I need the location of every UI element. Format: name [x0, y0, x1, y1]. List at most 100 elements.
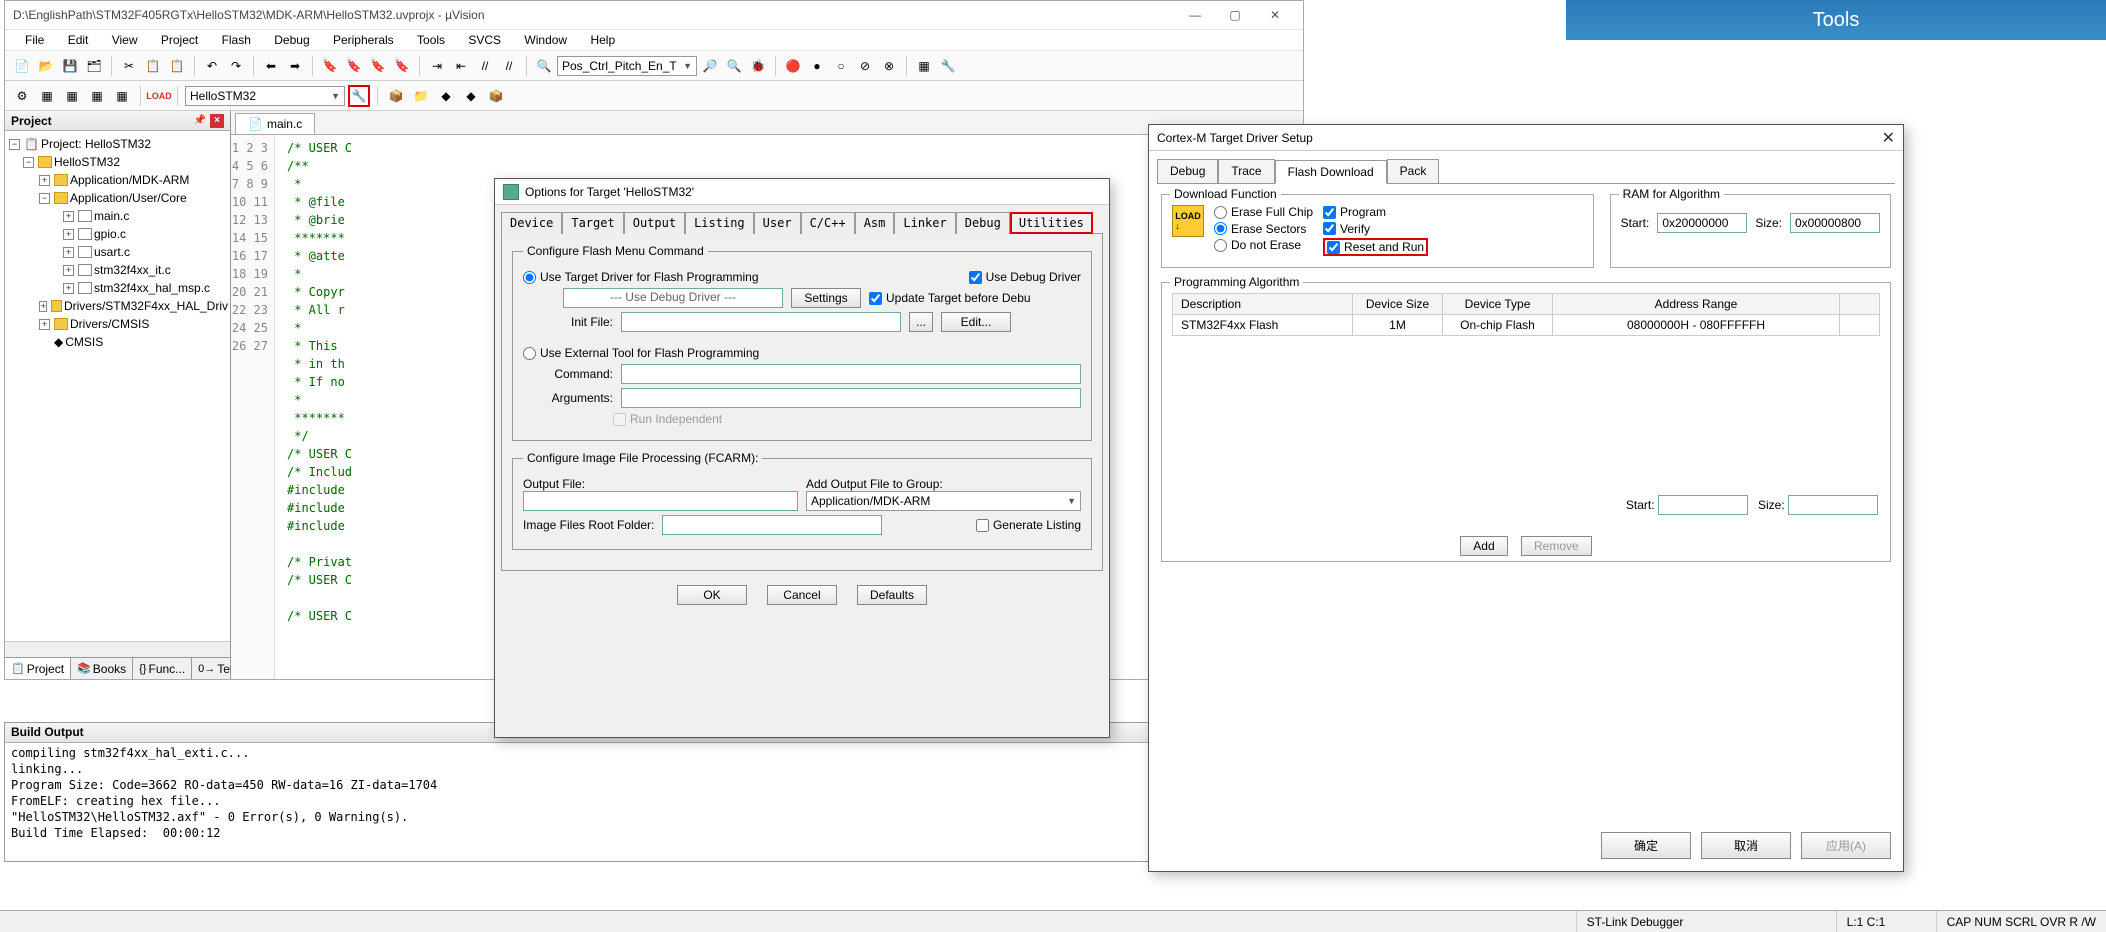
- options-target-icon[interactable]: 🔧: [348, 85, 370, 107]
- cortex-ok-button[interactable]: 确定: [1601, 832, 1691, 859]
- find-combo[interactable]: Pos_Ctrl_Pitch_En_T▼: [557, 56, 697, 76]
- check-generate-listing[interactable]: Generate Listing: [976, 518, 1081, 532]
- translate-icon[interactable]: ⚙: [11, 85, 33, 107]
- incremental-icon[interactable]: 🐞: [747, 55, 769, 77]
- menu-window[interactable]: Window: [514, 30, 577, 50]
- ctab-debug[interactable]: Debug: [1157, 159, 1218, 183]
- bookmark-prev-icon[interactable]: 🔖: [343, 55, 365, 77]
- copy-icon[interactable]: 📋: [142, 55, 164, 77]
- defaults-button[interactable]: Defaults: [857, 585, 927, 605]
- menu-file[interactable]: File: [15, 30, 54, 50]
- redo-icon[interactable]: ↷: [225, 55, 247, 77]
- check-verify[interactable]: Verify: [1323, 222, 1370, 236]
- bookmark-clear-icon[interactable]: 🔖: [391, 55, 413, 77]
- debug-start-icon[interactable]: 🔴: [782, 55, 804, 77]
- check-reset-run[interactable]: Reset and Run: [1323, 238, 1428, 256]
- check-program[interactable]: Program: [1323, 205, 1386, 219]
- build-icon[interactable]: ▦: [36, 85, 58, 107]
- ctab-pack[interactable]: Pack: [1387, 159, 1440, 183]
- tab-device[interactable]: Device: [501, 212, 562, 234]
- algorithm-table[interactable]: Description Device Size Device Type Addr…: [1172, 293, 1880, 336]
- algo-start-input[interactable]: [1658, 495, 1748, 515]
- menu-edit[interactable]: Edit: [58, 30, 99, 50]
- radio-erase-full[interactable]: Erase Full Chip: [1214, 205, 1313, 219]
- maximize-button[interactable]: ▢: [1215, 5, 1255, 25]
- comment-icon[interactable]: //: [474, 55, 496, 77]
- group-combo[interactable]: Application/MDK-ARM▼: [806, 491, 1081, 511]
- menu-flash[interactable]: Flash: [212, 30, 261, 50]
- tab-debug[interactable]: Debug: [956, 212, 1010, 234]
- menu-tools[interactable]: Tools: [407, 30, 455, 50]
- algo-size-input[interactable]: [1788, 495, 1878, 515]
- save-icon[interactable]: 💾: [59, 55, 81, 77]
- command-input[interactable]: [621, 364, 1081, 384]
- cortex-cancel-button[interactable]: 取消: [1701, 832, 1791, 859]
- batch-build-icon[interactable]: ▦: [86, 85, 108, 107]
- download-icon[interactable]: LOAD: [148, 85, 170, 107]
- rebuild-icon[interactable]: ▦: [61, 85, 83, 107]
- radio-erase-sectors[interactable]: Erase Sectors: [1214, 222, 1306, 236]
- tab-output[interactable]: Output: [624, 212, 685, 234]
- window-icon[interactable]: ▦: [913, 55, 935, 77]
- table-row[interactable]: STM32F4xx Flash 1M On-chip Flash 0800000…: [1173, 314, 1880, 335]
- check-update-target[interactable]: Update Target before Debu: [869, 291, 1031, 305]
- radio-use-target-driver[interactable]: Use Target Driver for Flash Programming: [523, 270, 759, 284]
- save-all-icon[interactable]: 🗂: [83, 55, 105, 77]
- settings-button[interactable]: Settings: [791, 288, 861, 308]
- breakpoint-icon[interactable]: ●: [806, 55, 828, 77]
- find-next-icon[interactable]: 🔎: [699, 55, 721, 77]
- manage-rtos-icon[interactable]: ◆: [435, 85, 457, 107]
- project-tree[interactable]: −📋Project: HelloSTM32 −HelloSTM32 +Appli…: [5, 131, 230, 355]
- nav-back-icon[interactable]: ⬅: [260, 55, 282, 77]
- manage-project-icon[interactable]: 📁: [410, 85, 432, 107]
- manage-multi-icon[interactable]: ◆: [460, 85, 482, 107]
- cortex-apply-button[interactable]: 应用(A): [1801, 832, 1891, 859]
- menu-debug[interactable]: Debug: [264, 30, 319, 50]
- new-icon[interactable]: 📄: [11, 55, 33, 77]
- undo-icon[interactable]: ↶: [201, 55, 223, 77]
- cortex-close-button[interactable]: ✕: [1882, 128, 1895, 148]
- tab-asm[interactable]: Asm: [855, 212, 895, 234]
- pin-icon[interactable]: 📌: [194, 115, 206, 126]
- tab-main-c[interactable]: 📄main.c: [235, 113, 315, 134]
- menu-project[interactable]: Project: [151, 30, 208, 50]
- menu-peripherals[interactable]: Peripherals: [323, 30, 404, 50]
- tab-books[interactable]: 📚Books: [71, 658, 133, 679]
- ctab-trace[interactable]: Trace: [1218, 159, 1274, 183]
- tab-listing[interactable]: Listing: [685, 212, 754, 234]
- ram-start-input[interactable]: [1657, 213, 1747, 233]
- radio-no-erase[interactable]: Do not Erase: [1214, 238, 1301, 252]
- menu-svcs[interactable]: SVCS: [458, 30, 511, 50]
- ok-button[interactable]: OK: [677, 585, 747, 605]
- config-icon[interactable]: 🔧: [937, 55, 959, 77]
- find-files-icon[interactable]: 🔍: [723, 55, 745, 77]
- output-file-input[interactable]: [523, 491, 798, 511]
- panel-close-icon[interactable]: ×: [210, 114, 224, 128]
- cancel-button[interactable]: Cancel: [767, 585, 837, 605]
- arguments-input[interactable]: [621, 388, 1081, 408]
- bookmark-next-icon[interactable]: 🔖: [367, 55, 389, 77]
- radio-external-tool[interactable]: Use External Tool for Flash Programming: [523, 346, 759, 360]
- remove-algo-button[interactable]: Remove: [1521, 536, 1592, 556]
- breakpoint-enable-icon[interactable]: ○: [830, 55, 852, 77]
- close-button[interactable]: ✕: [1255, 5, 1295, 25]
- edit-button[interactable]: Edit...: [941, 312, 1011, 332]
- target-combo[interactable]: HelloSTM32▼: [185, 86, 345, 106]
- manage-icon[interactable]: 📦: [385, 85, 407, 107]
- open-icon[interactable]: 📂: [35, 55, 57, 77]
- check-use-debug-driver[interactable]: Use Debug Driver: [969, 270, 1081, 284]
- menu-view[interactable]: View: [102, 30, 148, 50]
- paste-icon[interactable]: 📋: [166, 55, 188, 77]
- add-algo-button[interactable]: Add: [1460, 536, 1507, 556]
- tab-project[interactable]: 📋Project: [5, 658, 71, 679]
- check-run-independent[interactable]: Run Independent: [613, 412, 722, 426]
- tab-linker[interactable]: Linker: [894, 212, 955, 234]
- tab-user[interactable]: User: [754, 212, 801, 234]
- manage-pack-icon[interactable]: 📦: [485, 85, 507, 107]
- nav-fwd-icon[interactable]: ➡: [284, 55, 306, 77]
- browse-init-button[interactable]: ...: [909, 312, 933, 332]
- tab-functions[interactable]: {}Func...: [133, 658, 192, 679]
- uncomment-icon[interactable]: //: [498, 55, 520, 77]
- tab-ccpp[interactable]: C/C++: [801, 212, 855, 234]
- root-folder-input[interactable]: [662, 515, 882, 535]
